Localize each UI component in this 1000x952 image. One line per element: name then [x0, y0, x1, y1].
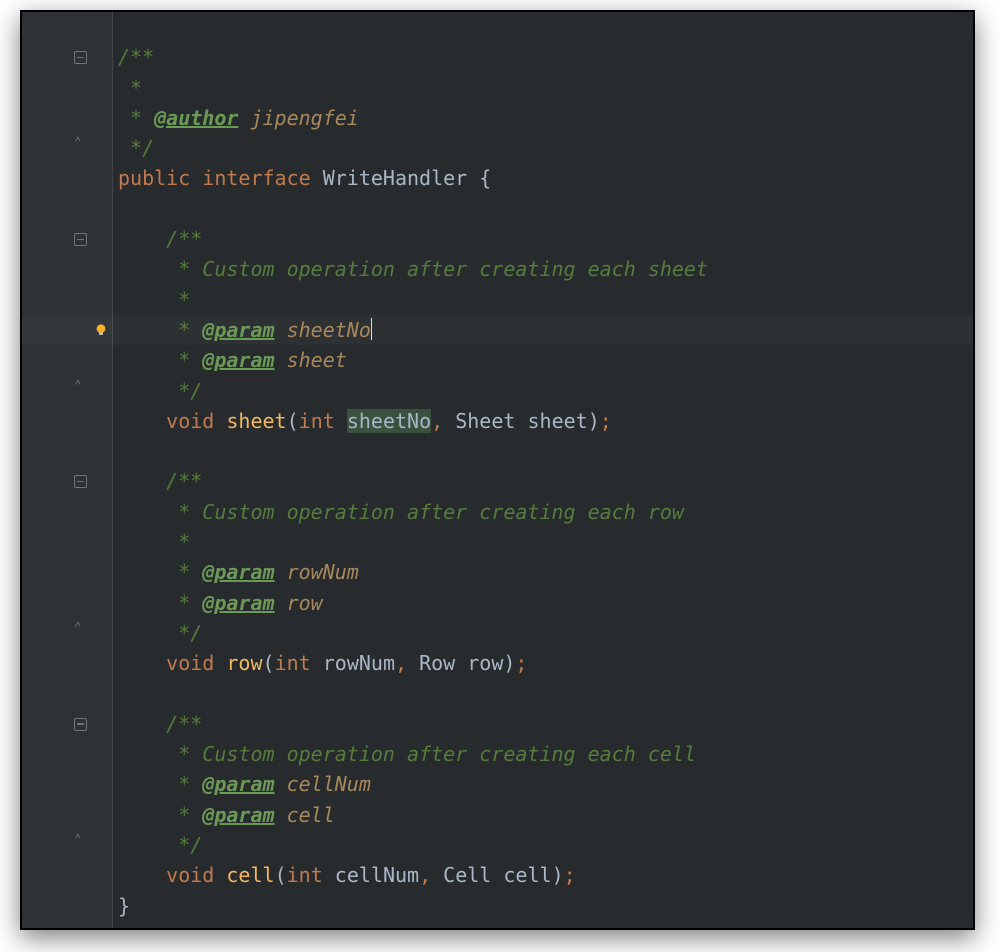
code-line[interactable]: /** [112, 224, 973, 254]
param: sheet [527, 409, 587, 433]
code-line[interactable]: */ [112, 618, 973, 648]
return-type: void [166, 651, 214, 675]
code-line[interactable]: /** [112, 42, 973, 72]
javadoc-tag: @param [202, 591, 274, 615]
code-line[interactable]: * @param sheetNo [112, 315, 973, 345]
javadoc-tag: @param [202, 560, 274, 584]
param-name: row [287, 591, 323, 615]
return-type: void [166, 409, 214, 433]
param: cellNum [335, 863, 419, 887]
code-line[interactable]: /** [112, 709, 973, 739]
param-type: Row [419, 651, 455, 675]
comment-text: * [166, 772, 202, 796]
comment-text: * [166, 288, 190, 312]
param-name: cellNum [287, 772, 371, 796]
comment-text: */ [166, 379, 202, 403]
code-line[interactable]: * Custom operation after creating each r… [112, 497, 973, 527]
comment-text: * [166, 560, 202, 584]
author-name: jipengfei [250, 106, 358, 130]
code-line[interactable]: * [112, 285, 973, 315]
comment-text: * [166, 348, 202, 372]
comment-text: /** [166, 712, 202, 736]
method-name: row [226, 651, 262, 675]
fold-close-icon[interactable]: ⌃ [74, 835, 81, 845]
brace: } [118, 894, 130, 918]
comment-text: * [118, 76, 142, 100]
comment-text: */ [166, 621, 202, 645]
comment-text: /** [166, 469, 202, 493]
code-line[interactable]: * [112, 73, 973, 103]
comment-text: * [166, 803, 202, 827]
code-line[interactable]: /** [112, 466, 973, 496]
fold-minus-icon[interactable] [74, 718, 87, 731]
comment-text: /** [118, 45, 154, 69]
fold-minus-icon[interactable] [74, 51, 87, 64]
param: rowNum [323, 651, 395, 675]
fold-close-icon[interactable]: ⌃ [74, 381, 81, 391]
javadoc-tag: @param [202, 348, 274, 372]
javadoc-tag: @param [202, 772, 274, 796]
text-caret [371, 318, 372, 340]
code-line[interactable]: * @param row [112, 588, 973, 618]
comment-text: /** [166, 227, 202, 251]
param-highlight: sheetNo [347, 409, 431, 433]
param-name: sheet [287, 348, 347, 372]
comment-text: * Custom operation after creating each s… [166, 257, 708, 281]
param-name: sheetNo [287, 318, 371, 342]
javadoc-tag: @param [202, 803, 274, 827]
code-line[interactable]: * [112, 527, 973, 557]
code-line[interactable]: void sheet(int sheetNo, Sheet sheet); [112, 406, 973, 436]
param-name: rowNum [287, 560, 359, 584]
comment-text: * [166, 530, 190, 554]
comment-text: * [118, 106, 154, 130]
code-line[interactable]: */ [112, 133, 973, 163]
code-line[interactable]: } [112, 891, 973, 921]
param-name: cell [287, 803, 335, 827]
intention-bulb-icon[interactable] [94, 323, 108, 337]
keyword: public [118, 166, 190, 190]
brace: { [479, 166, 491, 190]
code-line[interactable]: * Custom operation after creating each s… [112, 254, 973, 284]
comment-text: * [166, 591, 202, 615]
comment-text: * Custom operation after creating each c… [166, 742, 696, 766]
code-line[interactable]: * @param sheet [112, 345, 973, 375]
param-type: int [287, 863, 323, 887]
comment-text: */ [166, 833, 202, 857]
fold-close-icon[interactable]: ⌃ [74, 623, 81, 633]
code-line[interactable]: * Custom operation after creating each c… [112, 739, 973, 769]
param-type: int [299, 409, 335, 433]
gutter: ⌃ ⌃ ⌃ ⌃ [22, 12, 113, 928]
keyword: interface [202, 166, 310, 190]
param-type: Cell [443, 863, 491, 887]
fold-minus-icon[interactable] [74, 233, 87, 246]
method-name: sheet [226, 409, 286, 433]
param: cell [503, 863, 551, 887]
code-line[interactable]: */ [112, 830, 973, 860]
code-area[interactable]: /** * * @author jipengfei */ public inte… [112, 12, 973, 928]
fold-minus-icon[interactable] [74, 475, 87, 488]
code-line[interactable]: * @param cellNum [112, 769, 973, 799]
javadoc-tag: @author [154, 106, 238, 130]
fold-close-icon[interactable]: ⌃ [74, 138, 81, 148]
comment-text: * [166, 318, 202, 342]
return-type: void [166, 863, 214, 887]
comment-text: * Custom operation after creating each r… [166, 500, 684, 524]
javadoc-tag: @param [202, 318, 274, 342]
code-line[interactable]: * @param rowNum [112, 557, 973, 587]
code-line[interactable]: * @author jipengfei [112, 103, 973, 133]
code-line[interactable]: public interface WriteHandler { [112, 163, 973, 193]
code-line[interactable]: * @param cell [112, 800, 973, 830]
code-line[interactable]: */ [112, 376, 973, 406]
class-name: WriteHandler [323, 166, 468, 190]
param: row [467, 651, 503, 675]
code-line[interactable]: void cell(int cellNum, Cell cell); [112, 860, 973, 890]
method-name: cell [226, 863, 274, 887]
comment-text: */ [118, 136, 154, 160]
editor-frame: ⌃ ⌃ ⌃ ⌃ /** * * @author [20, 10, 975, 930]
param-type: Sheet [455, 409, 515, 433]
param-type: int [275, 651, 311, 675]
code-line[interactable]: void row(int rowNum, Row row); [112, 648, 973, 678]
